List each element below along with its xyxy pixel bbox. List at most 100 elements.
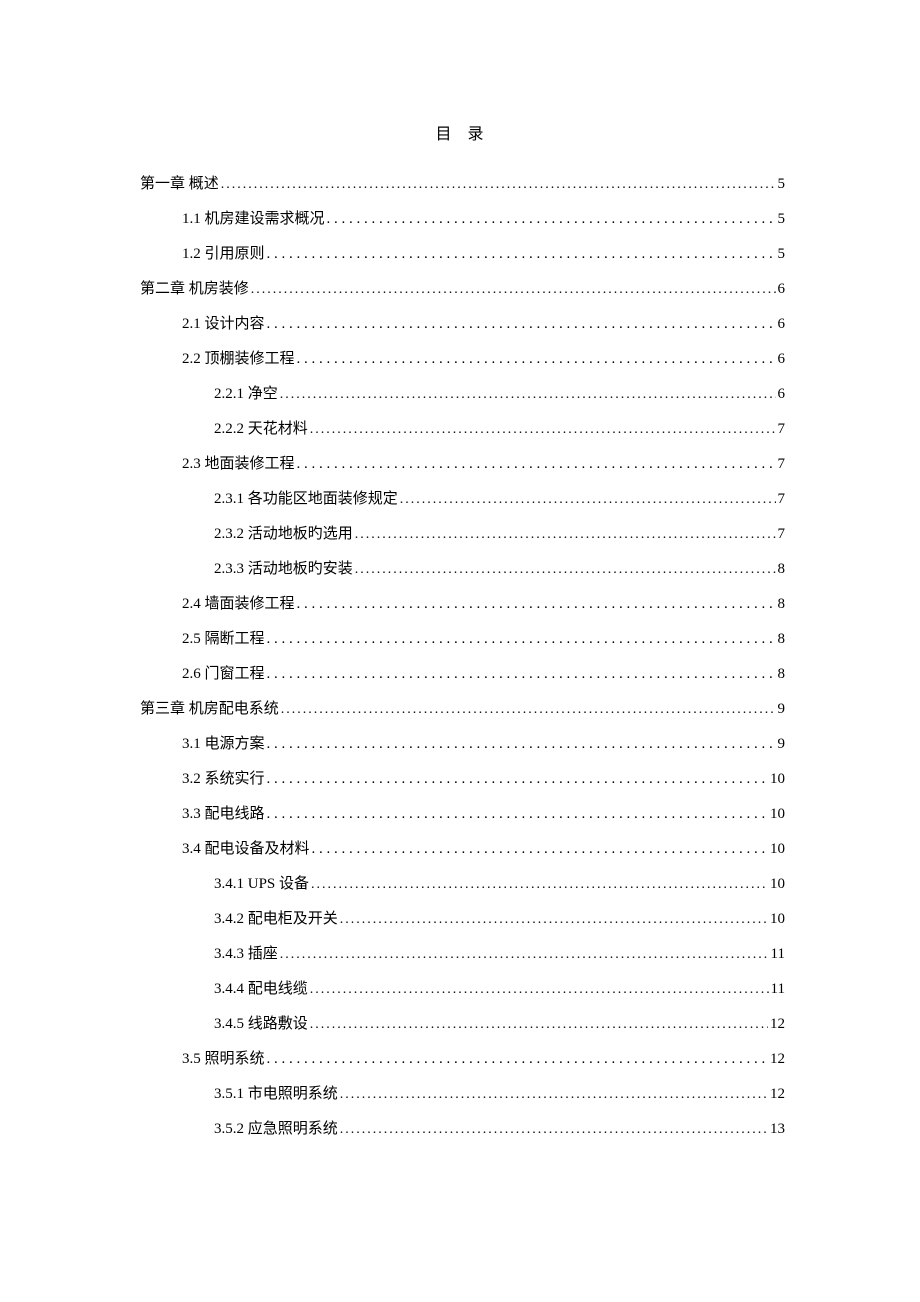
toc-entry-page: 13 bbox=[770, 1121, 785, 1138]
toc-entry[interactable]: 3.4 配电设备及材料 10 bbox=[182, 837, 785, 872]
toc-entry[interactable]: 3.4.4 配电线缆 11 bbox=[214, 977, 785, 1012]
toc-list: 第一章 概述51.1 机房建设需求概况51.2 引用原则5第二章 机房装修62.… bbox=[140, 172, 785, 1152]
toc-entry-label: 3.3 配电线路 bbox=[182, 802, 265, 823]
toc-entry-page: 7 bbox=[778, 421, 786, 438]
toc-entry-label: 3.1 电源方案 bbox=[182, 732, 265, 753]
toc-entry-page: 11 bbox=[771, 981, 785, 998]
toc-leader bbox=[280, 386, 776, 403]
toc-entry[interactable]: 第三章 机房配电系统9 bbox=[140, 697, 785, 732]
toc-entry-label: 2.3.2 活动地板旳选用 bbox=[214, 522, 353, 543]
toc-entry-page: 6 bbox=[778, 316, 786, 333]
toc-leader bbox=[267, 316, 776, 333]
toc-entry-label: 2.2 顶棚装修工程 bbox=[182, 347, 295, 368]
toc-entry[interactable]: 3.5.2 应急照明系统 13 bbox=[214, 1117, 785, 1152]
toc-entry-label: 1.2 引用原则 bbox=[182, 242, 265, 263]
toc-entry-label: 1.1 机房建设需求概况 bbox=[182, 207, 325, 228]
toc-entry-label: 3.5.2 应急照明系统 bbox=[214, 1117, 338, 1138]
toc-leader bbox=[297, 351, 776, 368]
toc-entry[interactable]: 3.4.2 配电柜及开关 10 bbox=[214, 907, 785, 942]
toc-entry-label: 3.5.1 市电照明系统 bbox=[214, 1082, 338, 1103]
toc-entry-page: 6 bbox=[778, 351, 786, 368]
toc-entry-label: 3.5 照明系统 bbox=[182, 1047, 265, 1068]
toc-entry[interactable]: 2.2 顶棚装修工程 6 bbox=[182, 347, 785, 382]
toc-entry-page: 12 bbox=[770, 1051, 785, 1068]
toc-entry-label: 2.3.3 活动地板旳安装 bbox=[214, 557, 353, 578]
toc-entry[interactable]: 3.4.1 UPS 设备10 bbox=[214, 872, 785, 907]
toc-title: 目 录 bbox=[140, 120, 785, 144]
toc-entry[interactable]: 2.3.3 活动地板旳安装 8 bbox=[214, 557, 785, 592]
toc-leader bbox=[340, 1121, 768, 1138]
toc-entry-label: 3.2 系统实行 bbox=[182, 767, 265, 788]
toc-entry[interactable]: 第二章 机房装修 6 bbox=[140, 277, 785, 312]
toc-leader bbox=[221, 176, 776, 193]
toc-entry[interactable]: 2.2.1 净空 6 bbox=[214, 382, 785, 417]
toc-leader bbox=[251, 281, 776, 298]
toc-entry-label: 第一章 概述 bbox=[140, 172, 219, 193]
toc-entry-page: 10 bbox=[770, 911, 785, 928]
toc-entry-page: 7 bbox=[778, 491, 786, 508]
toc-entry-label: 3.4.5 线路敷设 bbox=[214, 1012, 308, 1033]
page-container: 目 录 第一章 概述51.1 机房建设需求概况 5 1.2 引用原则 5 第二章 机房装… bbox=[0, 0, 920, 1152]
toc-entry[interactable]: 2.3.1 各功能区地面装修规定 7 bbox=[214, 487, 785, 522]
toc-entry-page: 10 bbox=[770, 841, 785, 858]
toc-entry[interactable]: 1.2 引用原则 5 bbox=[182, 242, 785, 277]
toc-leader bbox=[355, 561, 776, 578]
toc-leader bbox=[355, 526, 776, 543]
toc-leader bbox=[267, 631, 776, 648]
toc-leader bbox=[310, 981, 769, 998]
toc-leader bbox=[267, 246, 776, 263]
toc-entry-label: 3.4.4 配电线缆 bbox=[214, 977, 308, 998]
toc-leader bbox=[267, 771, 768, 788]
toc-entry[interactable]: 1.1 机房建设需求概况 5 bbox=[182, 207, 785, 242]
toc-entry-label: 2.3.1 各功能区地面装修规定 bbox=[214, 487, 398, 508]
toc-entry-label: 3.4 配电设备及材料 bbox=[182, 837, 310, 858]
toc-entry-label: 3.4.2 配电柜及开关 bbox=[214, 907, 338, 928]
toc-entry-label: 2.3 地面装修工程 bbox=[182, 452, 295, 473]
toc-entry-label: 2.5 隔断工程 bbox=[182, 627, 265, 648]
toc-entry[interactable]: 2.2.2 天花材料7 bbox=[214, 417, 785, 452]
toc-leader bbox=[400, 491, 776, 508]
toc-leader bbox=[340, 1086, 768, 1103]
toc-leader bbox=[327, 211, 776, 228]
toc-entry-page: 5 bbox=[778, 211, 786, 228]
toc-leader bbox=[267, 736, 776, 753]
toc-entry-page: 7 bbox=[778, 456, 786, 473]
toc-entry-label: 2.6 门窗工程 bbox=[182, 662, 265, 683]
toc-entry-page: 5 bbox=[778, 246, 786, 263]
toc-entry[interactable]: 第一章 概述5 bbox=[140, 172, 785, 207]
toc-entry-page: 11 bbox=[771, 946, 785, 963]
toc-entry-label: 3.4.1 UPS 设备 bbox=[214, 872, 309, 893]
toc-entry[interactable]: 2.3 地面装修工程 7 bbox=[182, 452, 785, 487]
toc-entry[interactable]: 3.5 照明系统 12 bbox=[182, 1047, 785, 1082]
toc-entry-page: 9 bbox=[778, 736, 786, 753]
toc-entry-label: 第三章 机房配电系统 bbox=[140, 697, 279, 718]
toc-leader bbox=[340, 911, 768, 928]
toc-entry-page: 7 bbox=[778, 526, 786, 543]
toc-entry-page: 8 bbox=[778, 561, 786, 578]
toc-entry-label: 2.1 设计内容 bbox=[182, 312, 265, 333]
toc-entry[interactable]: 3.3 配电线路 10 bbox=[182, 802, 785, 837]
toc-entry-page: 6 bbox=[778, 281, 786, 298]
toc-leader bbox=[312, 841, 768, 858]
toc-entry-page: 6 bbox=[778, 386, 786, 403]
toc-leader bbox=[297, 456, 776, 473]
toc-entry-label: 第二章 机房装修 bbox=[140, 277, 249, 298]
toc-entry[interactable]: 3.2 系统实行 10 bbox=[182, 767, 785, 802]
toc-entry-label: 2.2.1 净空 bbox=[214, 382, 278, 403]
toc-entry[interactable]: 2.5 隔断工程8 bbox=[182, 627, 785, 662]
toc-entry[interactable]: 3.1 电源方案 9 bbox=[182, 732, 785, 767]
toc-entry[interactable]: 2.4 墙面装修工程 8 bbox=[182, 592, 785, 627]
toc-entry-page: 8 bbox=[778, 596, 786, 613]
toc-leader bbox=[280, 946, 769, 963]
toc-leader bbox=[281, 701, 776, 718]
toc-entry[interactable]: 3.4.3 插座11 bbox=[214, 942, 785, 977]
toc-entry[interactable]: 2.1 设计内容 6 bbox=[182, 312, 785, 347]
toc-entry-label: 2.4 墙面装修工程 bbox=[182, 592, 295, 613]
toc-entry-page: 10 bbox=[770, 771, 785, 788]
toc-entry[interactable]: 2.6 门窗工程 8 bbox=[182, 662, 785, 697]
toc-entry[interactable]: 3.5.1 市电照明系统12 bbox=[214, 1082, 785, 1117]
toc-entry[interactable]: 2.3.2 活动地板旳选用 7 bbox=[214, 522, 785, 557]
toc-entry-page: 10 bbox=[770, 806, 785, 823]
toc-entry-page: 8 bbox=[778, 666, 786, 683]
toc-entry[interactable]: 3.4.5 线路敷设12 bbox=[214, 1012, 785, 1047]
